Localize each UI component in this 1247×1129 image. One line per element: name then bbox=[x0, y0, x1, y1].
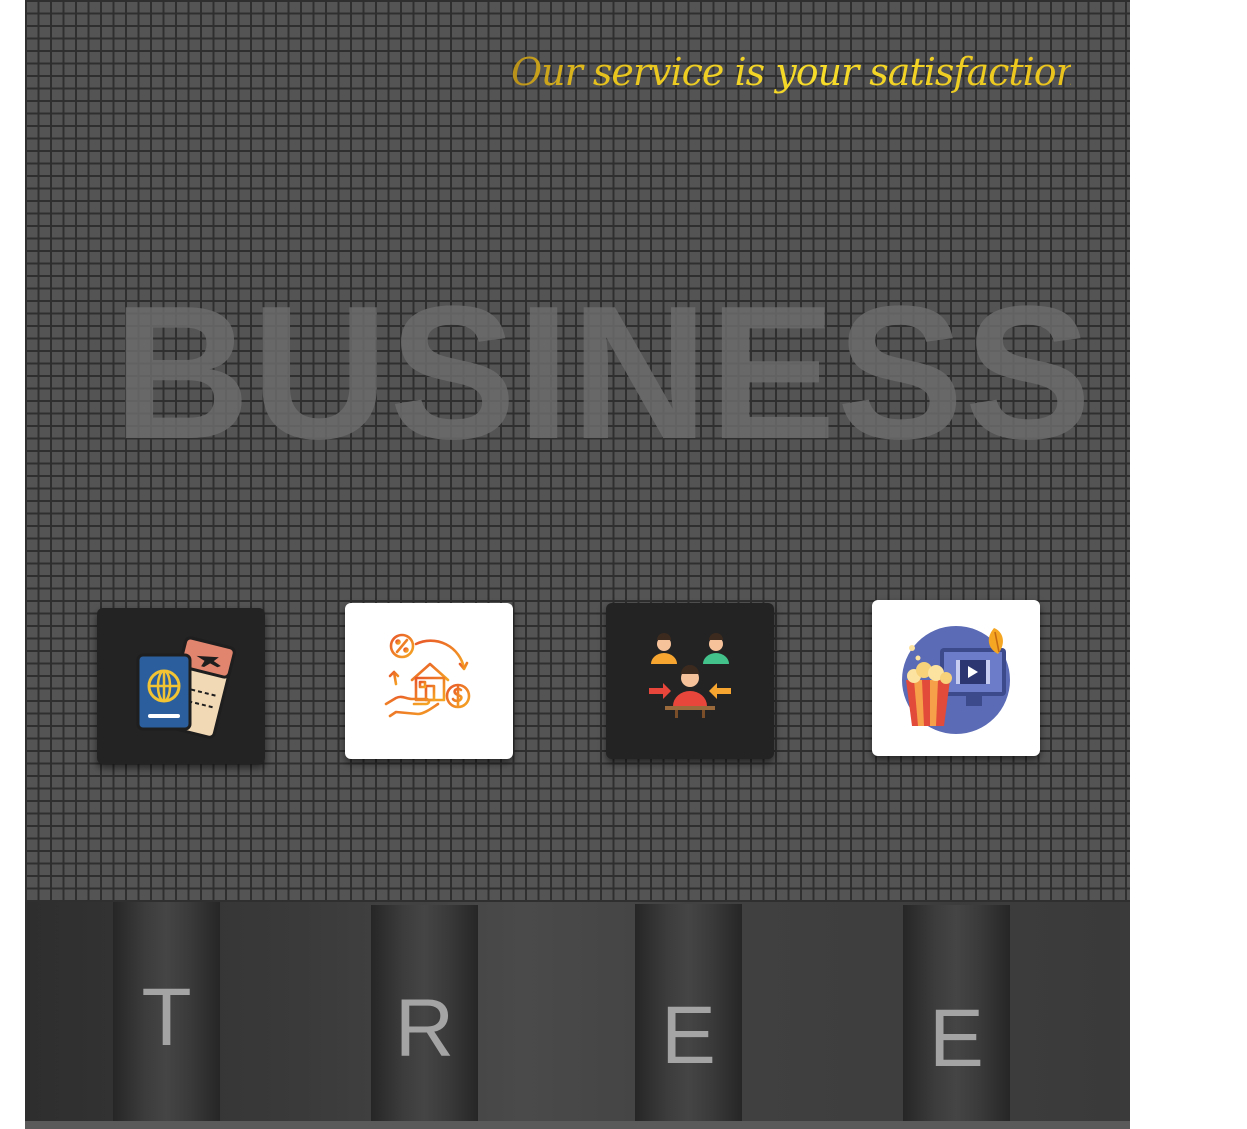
footer-letter-column: E bbox=[903, 905, 1010, 1129]
hero-title: BUSINESS bbox=[113, 267, 1093, 479]
team-meeting-icon bbox=[649, 633, 731, 718]
footer-letter: T bbox=[141, 972, 192, 1063]
footer-letter: R bbox=[394, 983, 455, 1074]
service-tile-team[interactable] bbox=[606, 603, 774, 759]
footer-letter: E bbox=[929, 993, 984, 1084]
footer-letter-column: T bbox=[113, 902, 220, 1129]
service-tile-entertainment[interactable] bbox=[872, 600, 1040, 756]
service-tile-real-estate[interactable] bbox=[345, 603, 513, 759]
passport-ticket-icon bbox=[136, 636, 236, 739]
movie-popcorn-icon bbox=[902, 626, 1010, 734]
footer-letter: E bbox=[661, 990, 716, 1081]
service-tile-travel[interactable] bbox=[97, 608, 265, 764]
footer-letter-column: E bbox=[635, 904, 742, 1129]
hero-section: Our service is your satisfaction! BUSINE… bbox=[25, 0, 1130, 902]
page: Our service is your satisfaction! BUSINE… bbox=[25, 0, 1130, 1129]
footer-letter-column: R bbox=[371, 905, 478, 1129]
real-estate-finance-icon bbox=[384, 633, 471, 718]
footer-band: T R E E bbox=[25, 902, 1130, 1129]
tagline: Our service is your satisfaction! bbox=[511, 50, 1094, 94]
